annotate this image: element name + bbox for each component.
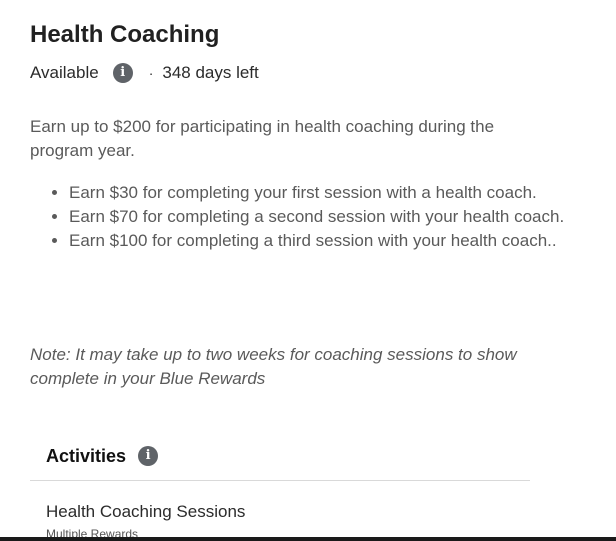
activities-heading: Activities bbox=[46, 445, 127, 466]
reward-bullet: Earn $100 for completing a third session… bbox=[69, 229, 569, 253]
separator-dot: · bbox=[148, 65, 154, 81]
reward-bullet: Earn $30 for completing your first sessi… bbox=[69, 181, 569, 205]
activity-item-title[interactable]: Health Coaching Sessions bbox=[46, 500, 245, 524]
reward-bullet: Earn $70 for completing a second session… bbox=[69, 205, 569, 229]
availability-status: Available bbox=[30, 63, 99, 82]
program-description: Earn up to $200 for participating in hea… bbox=[30, 117, 495, 160]
bottom-edge-bar bbox=[0, 537, 616, 541]
info-icon[interactable]: i bbox=[112, 63, 133, 83]
activities-header: Activities i bbox=[46, 444, 159, 468]
activities-info-icon[interactable]: i bbox=[138, 446, 159, 466]
activities-divider bbox=[30, 480, 530, 481]
reward-bullet-list: Earn $30 for completing your first sessi… bbox=[30, 181, 569, 253]
days-left-text: 348 days left bbox=[162, 63, 259, 82]
completion-note: Note: It may take up to two weeks for co… bbox=[30, 345, 517, 388]
health-coaching-page: Health Coaching Available i · 348 days l… bbox=[0, 0, 616, 541]
status-row: Available i · 348 days left bbox=[30, 61, 259, 85]
page-title: Health Coaching bbox=[30, 21, 220, 48]
